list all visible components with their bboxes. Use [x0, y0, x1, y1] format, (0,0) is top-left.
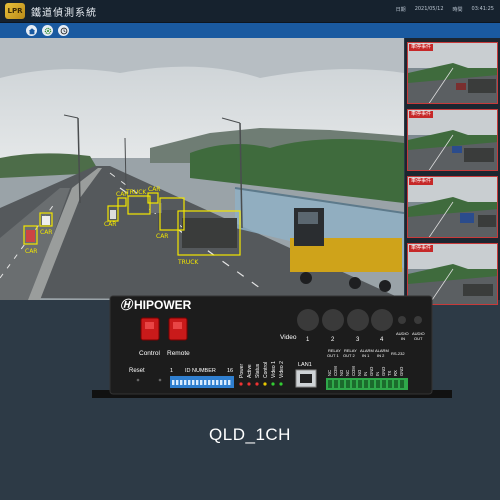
svg-text:NO: NO [357, 369, 362, 376]
brand-logo: Ⓗ [120, 298, 134, 312]
home-icon [28, 27, 35, 34]
time-label: 時間 [452, 7, 463, 13]
remote-label: Remote [167, 350, 190, 357]
svg-text:IN: IN [375, 372, 380, 376]
device-image: Ⓗ HIPOWER Video 1 2 3 4 AUDIO IN AUDIO O… [92, 292, 452, 400]
svg-text:OUT 1: OUT 1 [327, 353, 339, 358]
led-label-active: Active [247, 364, 253, 378]
toolbar [0, 23, 500, 38]
svg-text:GND: GND [369, 367, 374, 376]
svg-text:TX: TX [387, 370, 392, 376]
camera-scene: CAR CAR CAR TRUCK CAR CAR TRUCK CAR [0, 38, 404, 300]
led-label-power: Power [239, 363, 245, 378]
event-tag: 車停事件 [409, 44, 434, 51]
control-label: Control [139, 350, 161, 357]
reset-label: Reset [129, 368, 145, 374]
led-label-status: Status [255, 363, 261, 378]
led-label-video1: Video 1 [271, 361, 277, 378]
logo-text: LPR [7, 7, 23, 15]
svg-text:Ⓗ: Ⓗ [120, 298, 134, 312]
product-name: QLD_1CH [209, 425, 291, 444]
time-value: 03:41:25 [471, 6, 494, 12]
settings-button[interactable] [42, 25, 53, 36]
id-number-label: ID NUMBER [185, 368, 216, 374]
svg-text:CAR: CAR [104, 221, 116, 228]
home-button[interactable] [26, 25, 37, 36]
svg-text:GND: GND [399, 367, 404, 376]
event-thumbnail[interactable]: 車停事件 [407, 42, 498, 104]
event-thumbnail[interactable]: 車停事件 [407, 109, 498, 171]
app-logo: LPR [5, 3, 25, 19]
svg-text:OUT 2: OUT 2 [343, 353, 355, 358]
svg-text:NC: NC [327, 370, 332, 376]
id-number-right: 16 [227, 368, 233, 374]
led-label-control: Control [263, 362, 269, 378]
svg-text:COM: COM [351, 366, 356, 376]
app-title: 鐵道偵測系統 [31, 7, 97, 19]
svg-text:NO: NO [339, 369, 344, 376]
event-thumbnail[interactable]: 車停事件 [407, 176, 498, 238]
svg-text:NC: NC [345, 370, 350, 376]
svg-text:IN 2: IN 2 [377, 353, 385, 358]
clock-icon [60, 27, 67, 34]
datetime-display: 日期 2021/05/12 時間 03:41:25 [396, 6, 494, 13]
svg-text:COM: COM [333, 366, 338, 376]
thumbnail-scene [408, 43, 497, 103]
svg-text:IN: IN [363, 372, 368, 376]
event-tag: 車停事件 [409, 111, 434, 118]
event-tag: 車停事件 [409, 178, 434, 185]
video-label: Video [280, 334, 297, 341]
event-tag: 車停事件 [409, 245, 434, 252]
svg-text:RS-232: RS-232 [391, 351, 405, 356]
svg-text:CAR: CAR [148, 186, 160, 193]
event-thumbnail-panel: 車停事件 車停事件 車停事件 車停事件 [405, 38, 500, 305]
led-label-video2: Video 2 [279, 361, 285, 378]
device-illustration: Ⓗ HIPOWER Video 1 2 3 4 AUDIO IN AUDIO O… [92, 295, 452, 398]
svg-text:CAR: CAR [156, 233, 168, 240]
date-label: 日期 [395, 7, 406, 13]
history-button[interactable] [58, 25, 69, 36]
thumbnail-scene [408, 177, 497, 237]
lan-label: LAN1 [298, 362, 312, 368]
main-camera-view[interactable]: CAR CAR CAR TRUCK CAR CAR TRUCK CAR [0, 38, 404, 300]
svg-text:RX: RX [393, 370, 398, 376]
svg-text:CAR: CAR [116, 191, 128, 198]
id-number-left: 1 [170, 368, 173, 374]
gear-icon [44, 27, 51, 34]
svg-text:GND: GND [381, 367, 386, 376]
thumbnail-scene [408, 110, 497, 170]
svg-text:TRUCK: TRUCK [177, 259, 199, 266]
date-value: 2021/05/12 [414, 6, 444, 12]
svg-text:CAR: CAR [40, 229, 52, 236]
brand-name: HIPOWER [134, 298, 192, 312]
svg-text:IN 1: IN 1 [362, 353, 370, 358]
app-header: LPR 鐵道偵測系統 日期 2021/05/12 時間 03:41:25 [0, 0, 500, 23]
svg-text:CAR: CAR [25, 248, 37, 255]
svg-text:IN: IN [401, 336, 405, 341]
svg-text:OUT: OUT [414, 336, 423, 341]
